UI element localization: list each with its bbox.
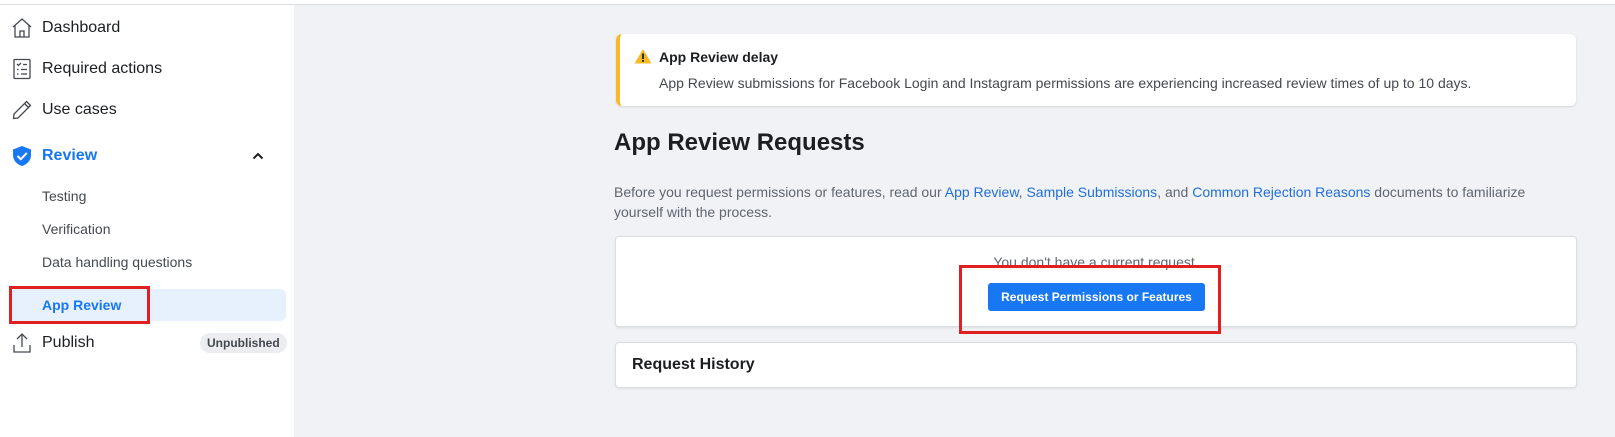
alert-body: App Review submissions for Facebook Logi…	[659, 75, 1472, 91]
sidebar-item-label: Publish	[42, 334, 95, 351]
sidebar-subitem-app-review[interactable]: App Review	[10, 289, 286, 321]
app-review-link[interactable]: App Review	[945, 184, 1019, 200]
sidebar-item-review[interactable]: Review	[0, 138, 294, 174]
sidebar-item-dashboard[interactable]: Dashboard	[0, 10, 294, 46]
intro-text: Before you request permissions or featur…	[614, 182, 1534, 222]
page-title: App Review Requests	[614, 129, 865, 156]
upload-icon	[9, 330, 35, 356]
home-icon	[9, 15, 35, 41]
alert-title: App Review delay	[659, 49, 779, 65]
current-request-card: You don't have a current request. Reques…	[615, 236, 1577, 327]
sidebar-subitem-label: App Review	[42, 297, 122, 313]
sidebar-item-use-cases[interactable]: Use cases	[0, 92, 294, 128]
intro-separator: , and	[1157, 184, 1193, 200]
request-history-card[interactable]: Request History	[615, 342, 1577, 388]
sidebar: Dashboard Required actions Use cases Rev…	[0, 5, 294, 437]
sidebar-item-label: Dashboard	[42, 19, 121, 36]
sidebar-subitem-label: Testing	[42, 188, 87, 204]
sidebar-item-label: Use cases	[42, 101, 117, 118]
sidebar-item-required-actions[interactable]: Required actions	[0, 51, 294, 87]
empty-state-text: You don't have a current request.	[993, 254, 1199, 270]
rejection-reasons-link[interactable]: Common Rejection Reasons	[1192, 184, 1370, 200]
intro-prefix: Before you request permissions or featur…	[614, 184, 945, 200]
sidebar-item-label: Review	[42, 147, 98, 164]
sidebar-subitem-label: Verification	[42, 221, 111, 237]
sidebar-subitem-label: Data handling questions	[42, 254, 193, 270]
status-badge: Unpublished	[200, 333, 287, 353]
pencil-icon	[9, 97, 35, 123]
request-history-title: Request History	[632, 356, 755, 373]
sidebar-subitem-verification[interactable]: Verification	[10, 213, 286, 245]
warning-icon	[634, 48, 652, 64]
chevron-up-icon[interactable]	[250, 148, 266, 164]
request-permissions-button[interactable]: Request Permissions or Features	[988, 283, 1205, 311]
sidebar-item-publish[interactable]: Publish Unpublished	[0, 325, 294, 361]
sample-submissions-link[interactable]: Sample Submissions	[1026, 184, 1157, 200]
shield-check-icon	[9, 143, 35, 169]
checklist-icon	[9, 56, 35, 82]
sidebar-subitem-data-handling[interactable]: Data handling questions	[10, 246, 286, 278]
sidebar-subitem-testing[interactable]: Testing	[10, 180, 286, 212]
warning-alert: App Review delay App Review submissions …	[616, 34, 1576, 106]
sidebar-item-label: Required actions	[42, 60, 163, 77]
